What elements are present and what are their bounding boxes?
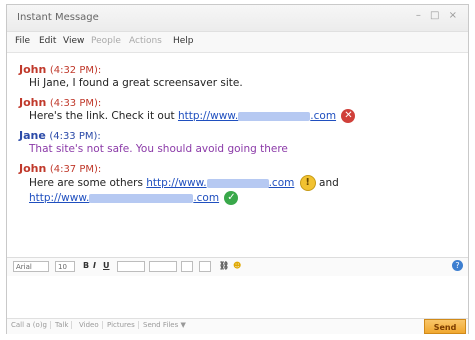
link-icon[interactable]: ⛓ xyxy=(219,261,229,270)
redacted-domain xyxy=(89,193,194,203)
message-compose-area[interactable] xyxy=(7,276,468,316)
call-tab[interactable]: Call a (o)g xyxy=(11,321,51,329)
warning-icon: ! xyxy=(299,175,316,191)
message-4: John (4:37 PM): Here are some others htt… xyxy=(19,162,459,206)
redacted-domain xyxy=(206,178,269,188)
send-files-tab[interactable]: Send Files ▼ xyxy=(143,321,189,329)
help-icon[interactable]: ? xyxy=(452,260,463,271)
window-title: Instant Message xyxy=(17,12,99,23)
message-time: (4:33 PM): xyxy=(49,98,102,109)
message-text: Hi Jane, I found a great screensaver sit… xyxy=(29,77,243,89)
safe-icon: ✓ xyxy=(224,191,239,205)
redacted-domain xyxy=(238,111,311,121)
unsafe-link[interactable]: http://www. .com xyxy=(178,110,336,122)
message-time: (4:33 PM): xyxy=(49,131,101,142)
sender-name: John xyxy=(19,96,47,109)
pictures-tab[interactable]: Pictures xyxy=(107,321,139,329)
message-time: (4:32 PM): xyxy=(49,65,102,76)
font-select[interactable]: Arial xyxy=(13,261,49,272)
color-select[interactable] xyxy=(181,261,193,272)
message-time: (4:37 PM): xyxy=(49,164,102,175)
sender-name: Jane xyxy=(19,129,46,142)
conversation-transcript: John (4:32 PM): Hi Jane, I found a great… xyxy=(7,53,468,251)
menu-edit[interactable]: Edit xyxy=(39,36,56,46)
emoticon-icon[interactable]: ☻ xyxy=(233,261,241,270)
window-controls[interactable]: – □ × xyxy=(416,10,460,21)
align-select[interactable] xyxy=(117,261,145,272)
message-body: Here are some others xyxy=(29,177,143,189)
font-size-select[interactable]: 10 xyxy=(55,261,75,272)
message-text: Here are some others http://www. .com ! a… xyxy=(29,175,459,206)
message-1: John (4:32 PM): Hi Jane, I found a great… xyxy=(19,63,459,91)
italic-button[interactable]: I xyxy=(93,261,96,270)
highlight-select[interactable] xyxy=(199,261,211,272)
menu-file[interactable]: File xyxy=(15,36,30,46)
bottom-bar: Call a (o)g Talk Video Pictures Send Fil… xyxy=(7,318,468,334)
menu-help[interactable]: Help xyxy=(173,36,194,46)
safe-link[interactable]: http://www. .com xyxy=(29,192,219,204)
sender-name: John xyxy=(19,162,47,175)
menu-people[interactable]: People xyxy=(91,36,121,46)
sender-name: John xyxy=(19,63,47,76)
send-button[interactable]: Send xyxy=(424,319,466,334)
menu-bar: File Edit View People Actions Help xyxy=(7,32,468,53)
list-select[interactable] xyxy=(149,261,177,272)
formatting-toolbar: Arial 10 B I U ⛓ ☻ ? xyxy=(7,257,468,277)
message-2: John (4:33 PM): Here's the link. Check i… xyxy=(19,96,459,124)
message-body: Here's the link. Check it out xyxy=(29,110,175,122)
menu-actions[interactable]: Actions xyxy=(129,36,162,46)
danger-icon: ✕ xyxy=(341,109,356,123)
menu-view[interactable]: View xyxy=(63,36,84,46)
title-bar: Instant Message – □ × xyxy=(7,5,468,32)
video-tab[interactable]: Video xyxy=(79,321,103,329)
message-text: Here's the link. Check it out http://www… xyxy=(29,109,459,124)
message-connector: and xyxy=(319,177,339,189)
talk-tab[interactable]: Talk xyxy=(55,321,73,329)
underline-button[interactable]: U xyxy=(103,261,110,270)
im-window: Instant Message – □ × File Edit View Peo… xyxy=(6,4,469,334)
bold-button[interactable]: B xyxy=(83,261,89,270)
message-3: Jane (4:33 PM): That site's not safe. Yo… xyxy=(19,129,459,157)
warning-link[interactable]: http://www. .com xyxy=(146,177,294,189)
message-text: That site's not safe. You should avoid g… xyxy=(29,143,288,155)
